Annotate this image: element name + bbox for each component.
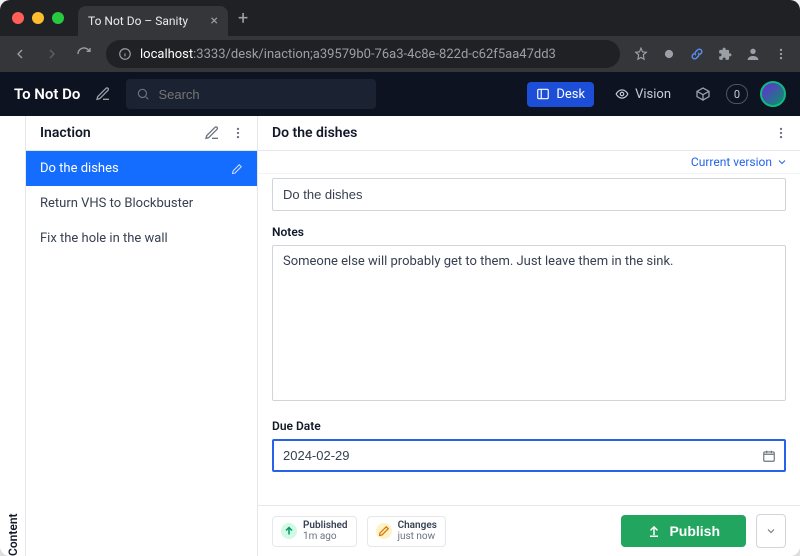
document-list-pane: Inaction Do the dishes Return VHS to Bloc… — [26, 116, 258, 556]
notifications-badge[interactable]: 0 — [726, 84, 748, 104]
document-list: Do the dishes Return VHS to Blockbuster Fi… — [26, 151, 257, 256]
window-controls — [12, 0, 78, 36]
version-selector[interactable]: Current version — [691, 155, 788, 169]
package-icon[interactable] — [692, 83, 714, 105]
publish-menu-button[interactable] — [756, 514, 786, 548]
bookmark-icon[interactable] — [632, 45, 650, 63]
due-date-label: Due Date — [272, 419, 786, 433]
tool-vision[interactable]: Vision — [606, 82, 680, 107]
back-button[interactable] — [10, 44, 30, 64]
browser-window: To Not Do – Sanity × + localhost:3333/de… — [0, 0, 800, 556]
changes-time: just now — [398, 531, 437, 543]
published-time: 1m ago — [303, 531, 348, 543]
close-tab-icon[interactable]: × — [211, 13, 218, 29]
status-published[interactable]: Published1m ago — [272, 516, 357, 547]
url-path: :3333/desk/inaction;a39579b0-76a3-4c8e-8… — [193, 47, 556, 62]
version-label: Current version — [691, 155, 772, 169]
list-item-label: Return VHS to Blockbuster — [40, 196, 193, 211]
published-dot-icon — [281, 523, 297, 539]
browser-toolbar: localhost:3333/desk/inaction;a39579b0-76… — [0, 36, 800, 72]
chrome-menu-icon[interactable] — [772, 45, 790, 63]
chevron-down-icon — [776, 156, 788, 168]
document-form: Notes Due Date — [258, 174, 800, 505]
extension-icon[interactable] — [660, 45, 678, 63]
compose-document-icon[interactable] — [203, 124, 221, 142]
eye-icon — [615, 87, 629, 101]
tab-title: To Not Do – Sanity — [88, 14, 188, 28]
published-label: Published — [303, 520, 348, 532]
app-brand: To Not Do — [14, 85, 80, 103]
status-changes[interactable]: Changesjust now — [367, 516, 446, 547]
extensions-menu-icon[interactable] — [716, 45, 734, 63]
list-menu-icon[interactable] — [229, 124, 247, 142]
browser-tab[interactable]: To Not Do – Sanity × — [78, 6, 228, 36]
document-footer: Published1m ago Changesjust now Publish — [258, 505, 800, 556]
changes-label: Changes — [398, 520, 437, 532]
list-item-label: Do the dishes — [40, 161, 119, 176]
due-date-input[interactable] — [272, 439, 786, 472]
list-item[interactable]: Fix the hole in the wall — [26, 221, 257, 256]
notes-label: Notes — [272, 225, 786, 239]
search-input[interactable] — [158, 87, 366, 102]
list-pane-title: Inaction — [40, 125, 91, 141]
list-item[interactable]: Do the dishes — [26, 151, 257, 186]
field-due-date: Due Date — [272, 419, 786, 472]
address-bar[interactable]: localhost:3333/desk/inaction;a39579b0-76… — [106, 40, 620, 68]
profile-icon[interactable] — [744, 45, 762, 63]
chevron-down-icon — [765, 525, 777, 537]
notes-textarea[interactable] — [272, 245, 786, 401]
close-window-button[interactable] — [12, 12, 24, 24]
content-rail[interactable]: Content — [0, 116, 26, 556]
publish-button-label: Publish — [669, 523, 720, 539]
maximize-window-button[interactable] — [52, 12, 64, 24]
version-row: Current version — [258, 151, 800, 174]
browser-tabbar: To Not Do – Sanity × + — [0, 0, 800, 36]
app-navbar: To Not Do Desk Vision 0 — [0, 72, 800, 116]
tool-desk-label: Desk — [556, 87, 585, 102]
calendar-icon[interactable] — [762, 449, 776, 463]
forward-button[interactable] — [42, 44, 62, 64]
field-title — [272, 178, 786, 211]
pencil-icon — [231, 163, 243, 175]
tool-desk[interactable]: Desk — [527, 82, 594, 107]
url-host: localhost — [140, 47, 193, 62]
minimize-window-button[interactable] — [32, 12, 44, 24]
desk-icon — [536, 87, 550, 101]
publish-icon — [647, 524, 661, 538]
title-input[interactable] — [272, 178, 786, 211]
user-avatar[interactable] — [760, 81, 786, 107]
new-tab-button[interactable]: + — [228, 8, 258, 29]
reload-button[interactable] — [74, 44, 94, 64]
tool-vision-label: Vision — [635, 87, 671, 102]
field-notes: Notes — [272, 225, 786, 405]
search-icon — [136, 87, 150, 101]
compose-icon[interactable] — [92, 83, 114, 105]
list-item-label: Fix the hole in the wall — [40, 231, 168, 246]
document-title: Do the dishes — [272, 125, 357, 141]
document-menu-icon[interactable] — [772, 124, 790, 142]
list-pane-header: Inaction — [26, 116, 257, 151]
rail-label: Content — [6, 126, 20, 556]
document-pane-header: Do the dishes — [258, 116, 800, 151]
list-item[interactable]: Return VHS to Blockbuster — [26, 186, 257, 221]
publish-button[interactable]: Publish — [621, 515, 746, 547]
search-box[interactable] — [126, 79, 376, 109]
site-info-icon — [118, 47, 132, 61]
extension-icon-2[interactable] — [688, 45, 706, 63]
app-body: Content Inaction Do the dishes Return VHS… — [0, 116, 800, 556]
document-pane: Do the dishes Current version Notes — [258, 116, 800, 556]
changes-dot-icon — [376, 523, 392, 539]
